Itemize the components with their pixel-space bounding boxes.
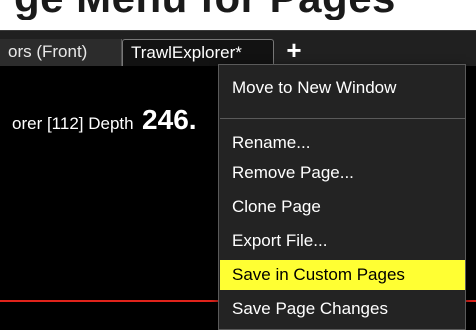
menu-item-move-to-new-window[interactable]: Move to New Window xyxy=(220,73,465,103)
tab-bar: ors (Front) TrawlExplorer* + xyxy=(0,30,476,67)
menu-item-rename[interactable]: Rename... xyxy=(220,128,465,158)
menu-item-save-page-changes[interactable]: Save Page Changes xyxy=(220,294,465,324)
page-heading-text: ge Menu for Pages xyxy=(0,0,396,20)
menu-item-remove-page[interactable]: Remove Page... xyxy=(220,158,465,188)
context-menu: Move to New Window Rename... Remove Page… xyxy=(218,64,466,330)
add-tab-icon[interactable]: + xyxy=(282,37,306,65)
menu-item-save-in-custom-pages[interactable]: Save in Custom Pages xyxy=(220,260,465,290)
app-window: ge Menu for Pages ors (Front) TrawlExplo… xyxy=(0,0,476,330)
tab-trawl-explorer[interactable]: TrawlExplorer* xyxy=(122,39,274,67)
tab-monitors-front[interactable]: ors (Front) xyxy=(0,39,122,67)
depth-readout-label: orer [112] Depth xyxy=(12,114,134,133)
menu-item-export-file[interactable]: Export File... xyxy=(220,226,465,256)
menu-separator xyxy=(220,118,465,119)
depth-readout-value: 246. xyxy=(142,104,197,135)
menu-item-clone-page[interactable]: Clone Page xyxy=(220,192,465,222)
page-heading: ge Menu for Pages xyxy=(0,0,476,20)
depth-readout: orer [112] Depth 246. xyxy=(12,104,197,136)
